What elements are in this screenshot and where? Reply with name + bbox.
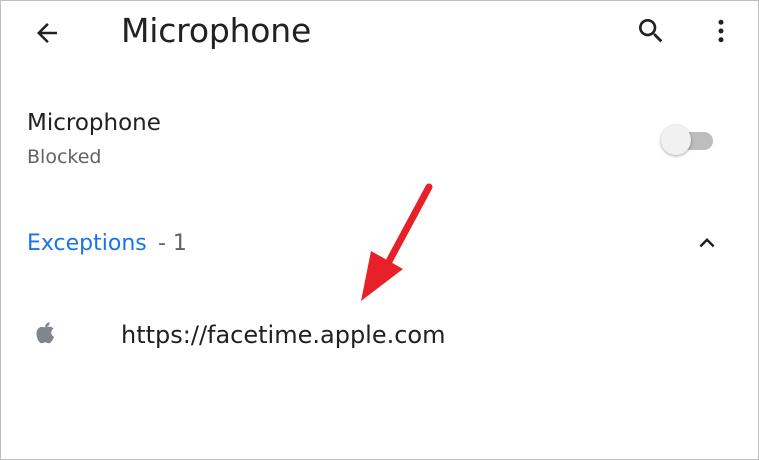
toggle-thumb [661, 125, 691, 155]
site-url: https://facetime.apple.com [121, 321, 446, 349]
microphone-setting-row[interactable]: Microphone Blocked [1, 96, 758, 186]
setting-status: Blocked [27, 146, 102, 168]
exceptions-count: - 1 [158, 231, 187, 256]
exception-site-row[interactable]: https://facetime.apple.com [1, 309, 758, 361]
more-vertical-icon [718, 19, 724, 43]
back-button[interactable] [25, 11, 69, 55]
annotation-arrow [341, 179, 441, 309]
microphone-toggle[interactable] [659, 124, 715, 156]
more-options-button[interactable] [701, 9, 741, 53]
search-button[interactable] [629, 9, 673, 53]
apple-logo-icon [35, 321, 57, 345]
chevron-up-icon [699, 238, 715, 248]
page-title: Microphone [121, 11, 312, 50]
setting-title: Microphone [27, 110, 161, 136]
arrow-left-icon [37, 23, 57, 43]
search-icon [639, 19, 663, 43]
collapse-exceptions-button[interactable] [687, 223, 727, 263]
microphone-settings-screen: Microphone Microphone Blocked Exceptions… [0, 0, 759, 460]
exceptions-label: Exceptions [27, 231, 147, 256]
